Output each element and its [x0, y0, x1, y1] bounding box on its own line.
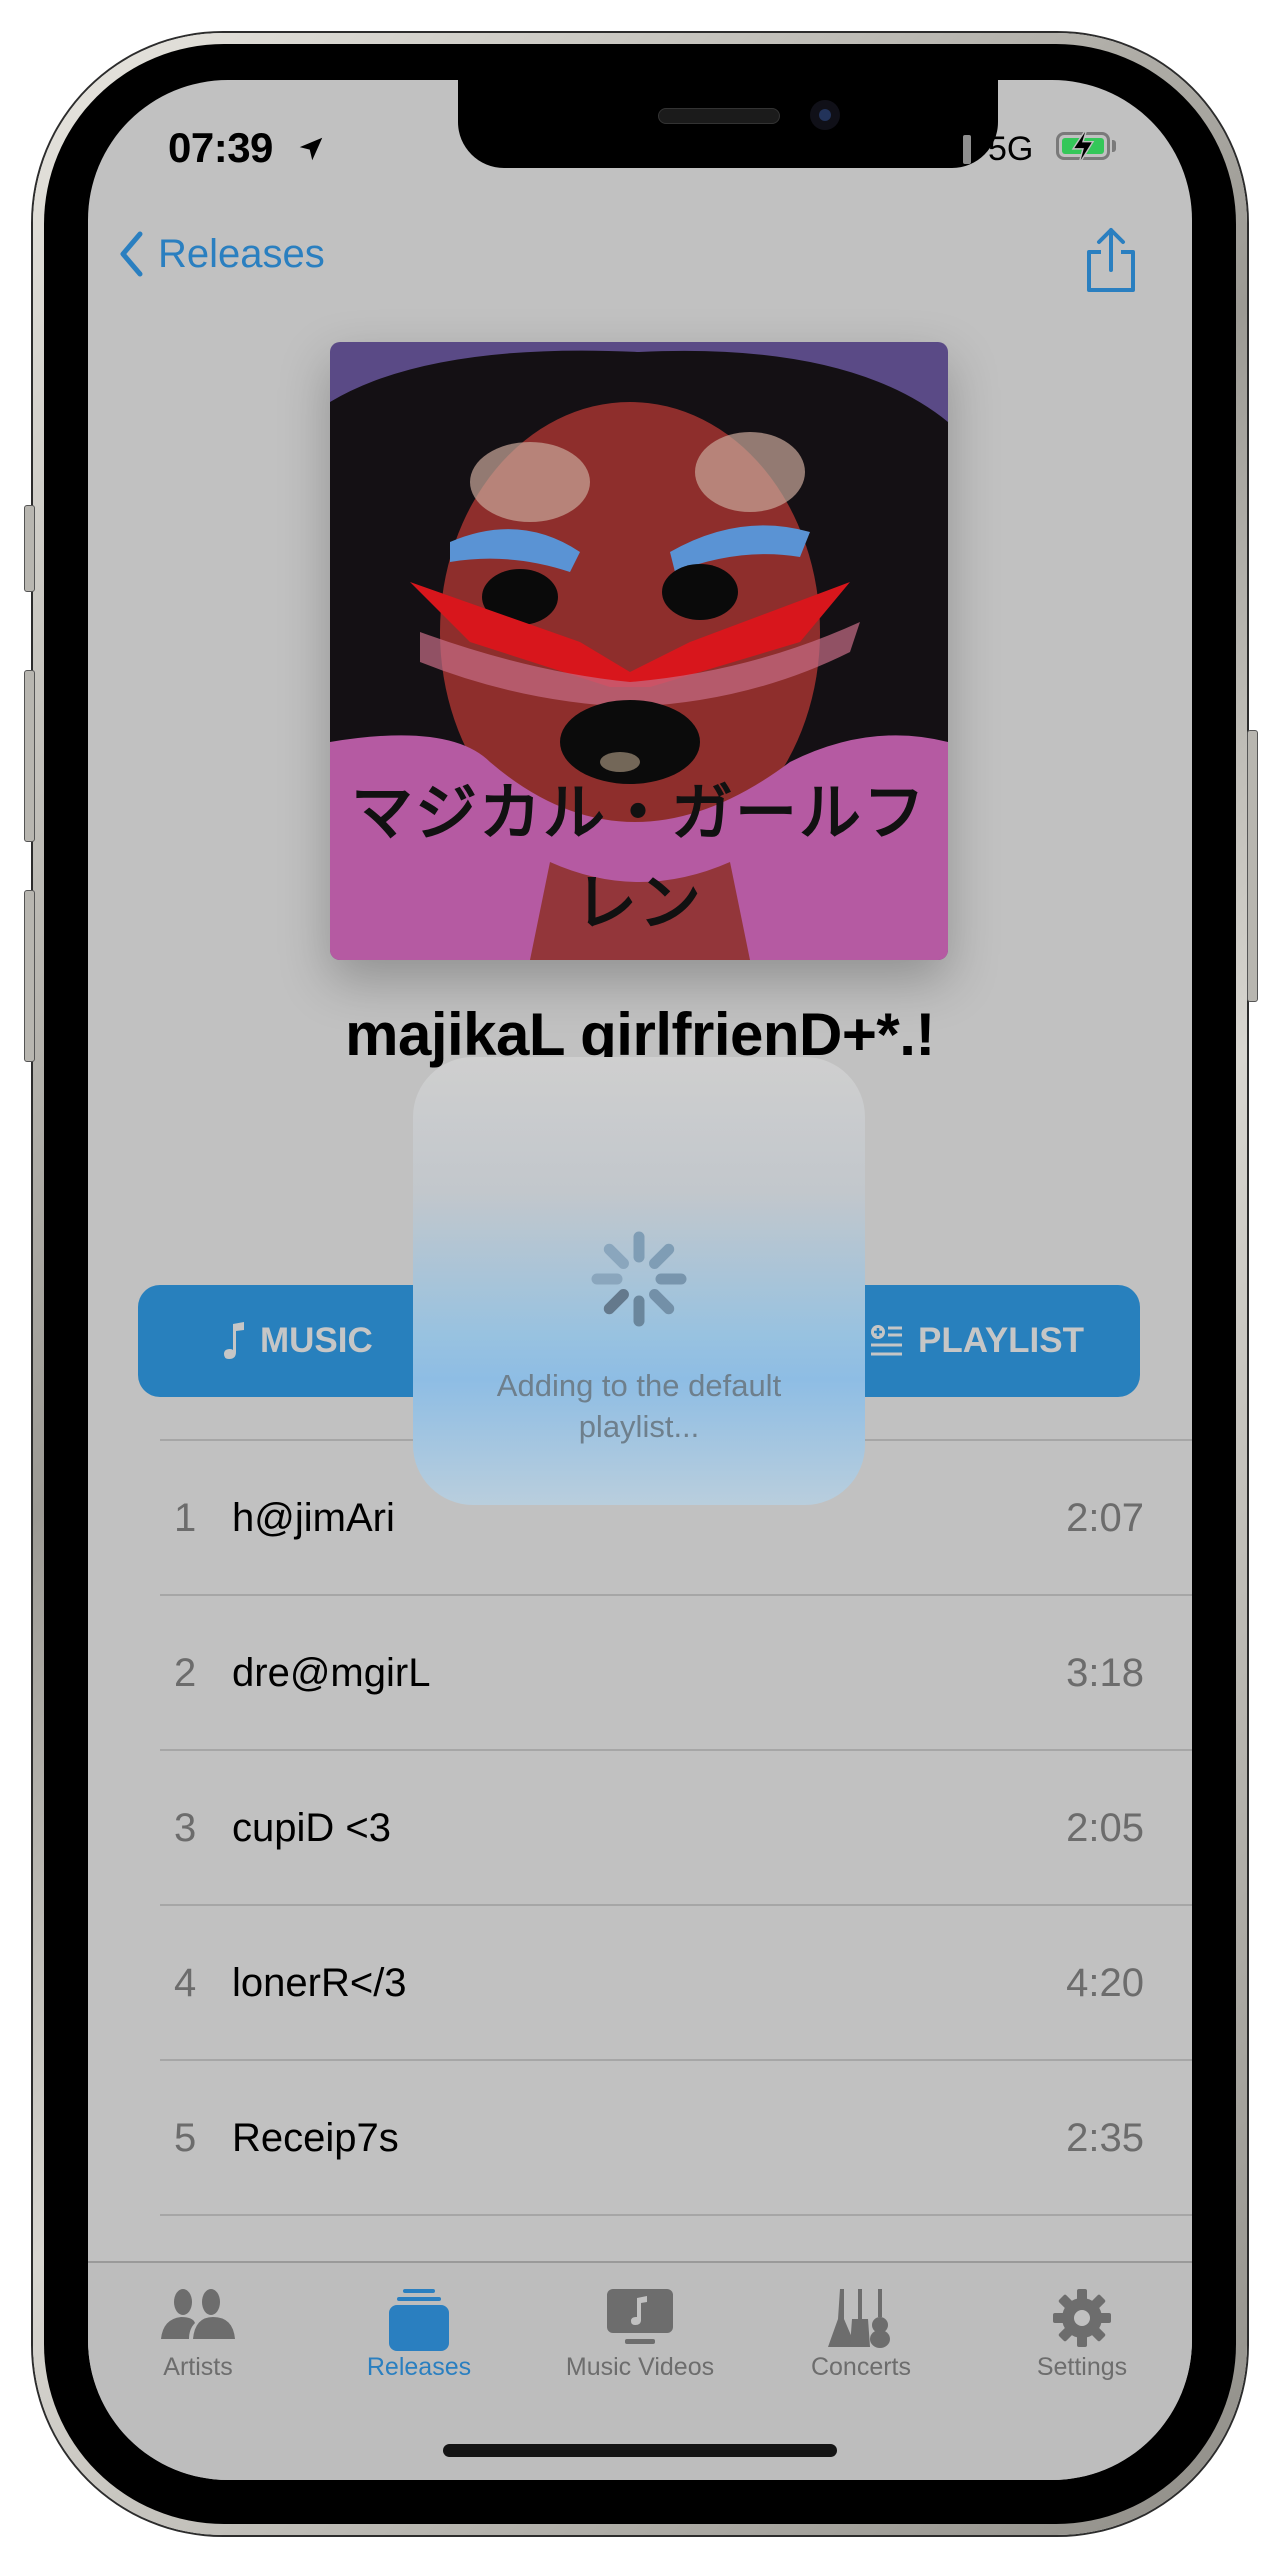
silent-switch [24, 505, 35, 592]
album-stack-icon [389, 2289, 449, 2351]
people-icon [161, 2289, 235, 2339]
track-row[interactable]: 4 lonerR</3 4:20 [160, 1906, 1192, 2061]
tab-label: Concerts [810, 2353, 912, 2381]
charging-bolt-icon [1071, 127, 1095, 165]
track-duration: 2:07 [1066, 1496, 1144, 1540]
power-button [1247, 730, 1258, 1002]
loading-hud: Adding to the default playlist... [413, 1057, 865, 1505]
track-title: lonerR</3 [232, 1961, 407, 2005]
tab-label: Artists [163, 2353, 233, 2381]
back-button-label: Releases [158, 231, 325, 276]
tab-settings[interactable]: Settings [972, 2263, 1192, 2393]
share-icon[interactable] [1083, 226, 1139, 296]
track-duration: 4:20 [1066, 1961, 1144, 2005]
track-number: 1 [174, 1496, 197, 1540]
track-duration: 2:35 [1066, 2116, 1144, 2160]
track-title: dre@mgirL [232, 1651, 431, 1695]
track-title: cupiD <3 [232, 1806, 391, 1850]
activity-spinner-icon [591, 1231, 687, 1327]
track-row[interactable]: 5 Receip7s 2:35 [160, 2061, 1192, 2216]
track-number: 2 [174, 1651, 197, 1695]
volume-down-button [24, 890, 35, 1062]
track-duration: 2:05 [1066, 1806, 1144, 1850]
battery-cap [1112, 140, 1116, 152]
status-time: 07:39 [168, 124, 273, 171]
track-title: Receip7s [232, 2116, 399, 2160]
track-number: 5 [174, 2116, 197, 2160]
cellular-signal-icon [924, 134, 971, 164]
front-camera [810, 100, 840, 130]
tab-artists[interactable]: Artists [88, 2263, 308, 2393]
track-number: 3 [174, 1806, 197, 1850]
home-indicator[interactable] [443, 2444, 837, 2457]
hud-message: Adding to the default playlist... [496, 1368, 782, 1444]
playlist-button-label: PLAYLIST [918, 1321, 1084, 1360]
track-number: 4 [174, 1961, 197, 2005]
track-row[interactable]: 3 cupiD <3 2:05 [160, 1751, 1192, 1906]
chevron-left-icon [120, 231, 143, 277]
music-note-icon [224, 1322, 244, 1359]
tab-label: Releases [366, 2353, 472, 2381]
album-artwork: マジカル・ガールフレン [330, 342, 948, 960]
add-to-playlist-icon [871, 1325, 903, 1356]
gear-icon [1053, 2289, 1111, 2347]
back-button[interactable]: Releases [118, 230, 325, 278]
tab-label: Settings [1036, 2353, 1128, 2381]
music-video-icon [607, 2289, 673, 2344]
track-duration: 3:18 [1066, 1651, 1144, 1695]
volume-up-button [24, 670, 35, 842]
guitars-icon [828, 2289, 890, 2348]
tab-concerts[interactable]: Concerts [751, 2263, 971, 2393]
notch [458, 80, 998, 168]
speaker-grille [658, 108, 780, 124]
location-arrow-icon [299, 137, 323, 161]
tab-releases[interactable]: Releases [309, 2263, 529, 2393]
screen: 07:39 5G Releases マジカル・ガールフレン majikaL gi… [88, 80, 1192, 2480]
divider [160, 2214, 1192, 2216]
tab-music-videos[interactable]: Music Videos [530, 2263, 750, 2393]
album-artwork-caption: マジカル・ガールフレン [350, 776, 927, 939]
track-row[interactable]: 2 dre@mgirL 3:18 [160, 1596, 1192, 1751]
music-button-label: MUSIC [260, 1321, 373, 1360]
tab-label: Music Videos [565, 2353, 715, 2381]
network-type: 5G [988, 130, 1034, 168]
